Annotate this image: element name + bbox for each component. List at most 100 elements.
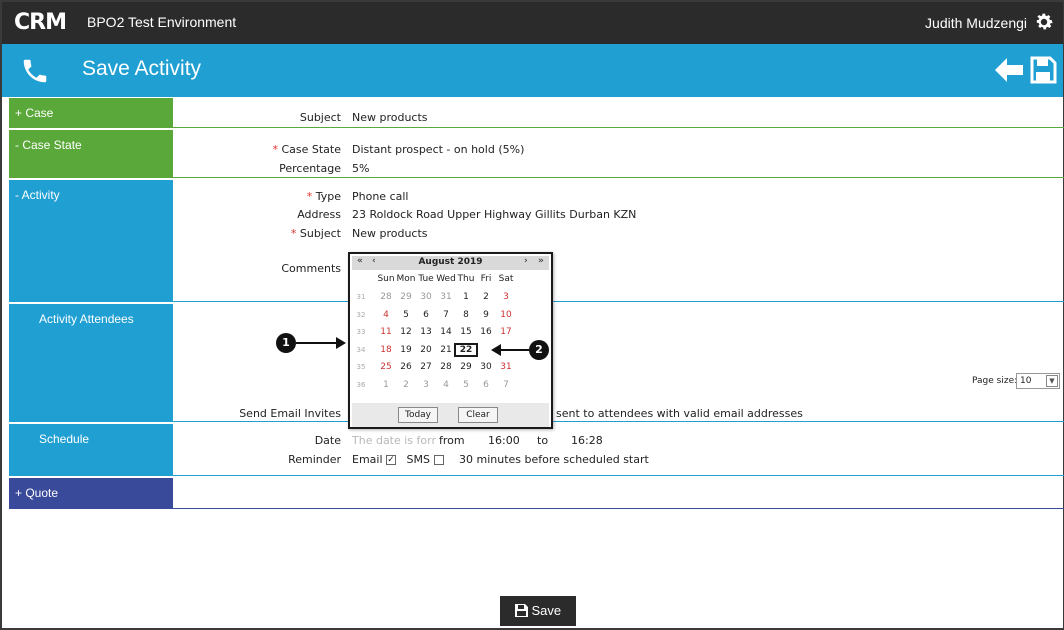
top-bar: CRM BPO2 Test Environment Judith Mudzeng… <box>2 2 1063 44</box>
page-size-value: 10 <box>1020 376 1032 386</box>
calendar-day[interactable]: 8 <box>456 310 476 320</box>
calendar-day[interactable]: 30 <box>476 362 496 372</box>
calendar-day[interactable]: 28 <box>376 292 396 302</box>
send-email-invites-label: Send Email Invites <box>239 407 341 420</box>
calendar-day[interactable]: 19 <box>396 345 416 355</box>
weekday-header: Sun <box>377 274 395 284</box>
page-title: Save Activity <box>82 57 202 80</box>
date-input[interactable]: The date is forr <box>352 434 436 447</box>
calendar-day[interactable]: 31 <box>436 292 456 302</box>
next-year-icon[interactable]: » <box>538 256 544 266</box>
section-attendees-header[interactable]: Activity Attendees <box>9 304 173 422</box>
calendar-day[interactable]: 6 <box>416 310 436 320</box>
week-number: 35 <box>356 363 366 371</box>
calendar-day[interactable]: 29 <box>456 362 476 372</box>
section-schedule-header[interactable]: Schedule <box>9 424 173 476</box>
comments-label: Comments <box>281 262 341 275</box>
phone-icon <box>23 59 47 83</box>
chevron-down-icon: ▼ <box>1046 375 1058 387</box>
calendar-day[interactable]: 2 <box>396 380 416 390</box>
arrowhead-icon <box>491 344 501 356</box>
to-time[interactable]: 16:28 <box>571 434 603 447</box>
calendar-day[interactable]: 4 <box>436 380 456 390</box>
email-checkbox[interactable]: ✓ <box>386 455 397 465</box>
week-number: 36 <box>356 380 366 389</box>
calendar-day[interactable]: 27 <box>416 362 436 372</box>
calendar-day[interactable]: 20 <box>416 345 436 355</box>
calendar-day[interactable]: 11 <box>376 327 396 337</box>
calendar-month: August 2019 <box>418 257 483 267</box>
calendar-day[interactable]: 4 <box>376 310 396 320</box>
calendar-day[interactable]: 28 <box>436 362 456 372</box>
calendar-day[interactable]: 29 <box>396 292 416 302</box>
calendar-day[interactable]: 13 <box>416 327 436 337</box>
weekday-header: Wed <box>436 274 456 284</box>
calendar-day[interactable]: 5 <box>456 380 476 390</box>
section-quote-header[interactable]: + Quote <box>9 478 173 509</box>
section-divider <box>173 508 1064 509</box>
user-name[interactable]: Judith Mudzengi <box>925 15 1027 31</box>
callout-marker-1: 1 <box>276 333 296 353</box>
section-divider <box>173 421 1064 422</box>
today-button[interactable]: Today <box>398 407 438 423</box>
calendar-day[interactable]: 22 <box>454 342 478 357</box>
prev-month-icon[interactable]: ‹ <box>372 256 376 266</box>
subject-value: New products <box>352 111 428 124</box>
calendar-day[interactable]: 10 <box>496 310 516 320</box>
calendar-day[interactable]: 9 <box>476 310 496 320</box>
activity-subject-value[interactable]: New products <box>352 227 428 240</box>
sms-checkbox[interactable] <box>433 455 444 465</box>
case-state-value[interactable]: Distant prospect - on hold (5%) <box>352 143 524 156</box>
section-divider <box>173 127 1064 128</box>
percentage-label: Percentage <box>279 162 341 175</box>
calendar-day[interactable]: 3 <box>416 380 436 390</box>
calendar-day[interactable]: 30 <box>416 292 436 302</box>
case-state-label: * Case State <box>272 143 341 156</box>
type-label: * Type <box>306 190 341 203</box>
calendar-day[interactable]: 17 <box>496 327 516 337</box>
floppy-save-icon[interactable] <box>1029 55 1057 85</box>
calendar-day[interactable]: 6 <box>476 380 496 390</box>
page-size-select[interactable]: 10 ▼ <box>1016 373 1060 389</box>
calendar-day[interactable]: 12 <box>396 327 416 337</box>
address-value[interactable]: 23 Roldock Road Upper Highway Gillits Du… <box>352 208 636 221</box>
sms-label: SMS <box>406 453 430 466</box>
page-size-label: Page size: <box>972 376 1018 386</box>
calendar-day[interactable]: 1 <box>456 292 476 302</box>
calendar-day[interactable]: 16 <box>476 327 496 337</box>
gear-icon[interactable] <box>1033 11 1055 33</box>
section-divider <box>173 475 1064 476</box>
next-month-icon[interactable]: › <box>524 256 528 266</box>
calendar-day[interactable]: 3 <box>496 292 516 302</box>
clear-button[interactable]: Clear <box>458 407 498 423</box>
calendar-day[interactable]: 5 <box>396 310 416 320</box>
type-value[interactable]: Phone call <box>352 190 408 203</box>
calendar-day[interactable]: 31 <box>496 362 516 372</box>
from-time[interactable]: 16:00 <box>488 434 520 447</box>
weekday-header: Tue <box>418 274 434 284</box>
weekday-header: Mon <box>396 274 416 284</box>
save-button[interactable]: Save <box>500 596 576 626</box>
email-label: Email <box>352 453 383 466</box>
crm-logo: CRM <box>14 10 67 35</box>
calendar-day[interactable]: 25 <box>376 362 396 372</box>
calendar-footer: Today Clear <box>352 403 549 427</box>
weekday-header: Sat <box>498 274 514 284</box>
week-number: 33 <box>356 328 366 336</box>
calendar-day[interactable]: 2 <box>476 292 496 302</box>
calendar-day[interactable]: 26 <box>396 362 416 372</box>
calendar-day[interactable]: 7 <box>436 310 456 320</box>
calendar-day[interactable]: 21 <box>436 345 456 355</box>
calendar-day[interactable]: 14 <box>436 327 456 337</box>
week-number: 32 <box>356 310 366 319</box>
to-label: to <box>537 434 549 447</box>
date-label: Date <box>314 434 341 447</box>
prev-year-icon[interactable]: « <box>357 256 363 266</box>
section-divider <box>173 177 1064 178</box>
calendar-day[interactable]: 7 <box>496 380 516 390</box>
calendar-day[interactable]: 18 <box>376 345 396 355</box>
calendar-day[interactable]: 15 <box>456 327 476 337</box>
back-arrow-icon[interactable] <box>993 55 1025 85</box>
calendar-day[interactable]: 1 <box>376 380 396 390</box>
activity-subject-label: * Subject <box>290 227 341 240</box>
